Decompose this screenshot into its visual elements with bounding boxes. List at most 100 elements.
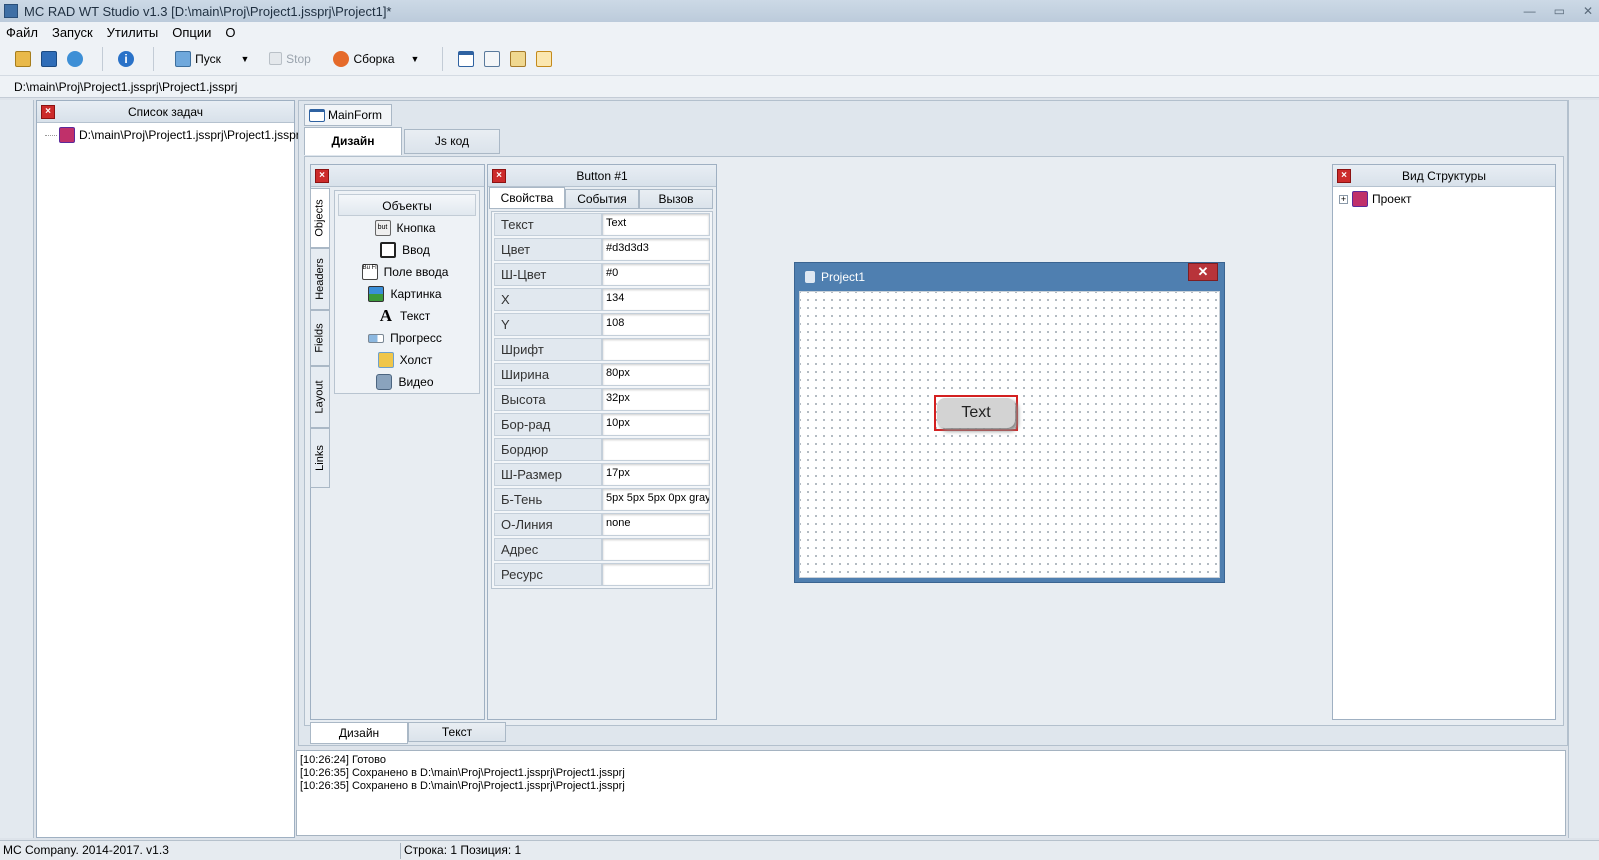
paste-icon xyxy=(510,50,526,67)
minimize-button[interactable]: — xyxy=(1524,4,1536,18)
menu-about[interactable]: О xyxy=(225,25,235,40)
refresh-button[interactable] xyxy=(64,48,86,70)
prop-row: X 134 xyxy=(494,288,710,311)
prop-value-input[interactable]: #d3d3d3 xyxy=(602,238,710,261)
prop-value-input[interactable]: 17px xyxy=(602,463,710,486)
object-progress[interactable]: Прогресс xyxy=(335,328,475,348)
object-textfield[interactable]: Bu Fl Поле ввода xyxy=(335,262,475,282)
tab-js-code[interactable]: Js код xyxy=(404,129,500,154)
prop-value-input[interactable]: 32px xyxy=(602,388,710,411)
menu-bar: Файл Запуск Утилиты Опции О xyxy=(0,22,1599,42)
close-panel-icon[interactable]: × xyxy=(1337,168,1351,183)
objects-list: Объекты but Кнопка Ввод Bu Fl Поле ввода К… xyxy=(334,190,480,394)
tab-events[interactable]: События xyxy=(565,189,639,209)
paste-button[interactable] xyxy=(507,48,529,70)
task-list-title: Список задач xyxy=(127,104,204,119)
prop-row: Текст Text xyxy=(494,213,710,236)
prop-value-input[interactable] xyxy=(602,563,710,586)
prop-value-input[interactable]: none xyxy=(602,513,710,536)
prop-value-input[interactable]: Text xyxy=(602,213,710,236)
vtab-fields[interactable]: Fields xyxy=(310,310,330,366)
canvas-button[interactable]: Text xyxy=(937,398,1015,428)
build-button[interactable]: Сборка xyxy=(328,48,400,70)
output-log: [10:26:24] Готово [10:26:35] Сохранено в… xyxy=(296,750,1566,836)
menu-file[interactable]: Файл xyxy=(6,25,38,40)
export-icon xyxy=(536,50,552,67)
prop-name: Ш-Цвет xyxy=(494,263,602,286)
object-image[interactable]: Картинка xyxy=(335,284,475,304)
open-button[interactable] xyxy=(12,48,34,70)
bottom-tab-text[interactable]: Текст xyxy=(408,722,506,742)
prop-name: Y xyxy=(494,313,602,336)
stop-button[interactable]: Stop xyxy=(264,48,316,70)
tab-properties[interactable]: Свойства xyxy=(489,187,565,209)
object-text[interactable]: A Текст xyxy=(335,306,475,326)
project-cube-icon xyxy=(59,127,75,143)
prop-name: Ширина xyxy=(494,363,602,386)
tab-design[interactable]: Дизайн xyxy=(304,127,402,155)
close-window-button[interactable]: ✕ xyxy=(1583,4,1593,18)
close-panel-icon[interactable]: × xyxy=(41,104,55,119)
vtab-links[interactable]: Links xyxy=(310,428,330,488)
prop-name: X xyxy=(494,288,602,311)
prop-value-input[interactable] xyxy=(602,538,710,561)
input-icon xyxy=(380,242,397,258)
vtab-objects[interactable]: Objects xyxy=(310,188,330,248)
new-form-button[interactable] xyxy=(455,48,477,70)
prop-value-input[interactable]: #0 xyxy=(602,263,710,286)
task-item[interactable]: D:\main\Proj\Project1.jssprj\Project1.js… xyxy=(45,127,302,143)
task-list-header: × Список задач xyxy=(37,101,294,123)
structure-header: × Вид Структуры xyxy=(1333,165,1555,187)
prop-name: Текст xyxy=(494,213,602,236)
tab-call[interactable]: Вызов xyxy=(639,189,713,209)
design-canvas[interactable]: Text xyxy=(799,291,1220,578)
prop-name: Бордюр xyxy=(494,438,602,461)
object-button[interactable]: but Кнопка xyxy=(335,218,475,238)
canvas-icon xyxy=(377,352,394,368)
prop-value-input[interactable]: 134 xyxy=(602,288,710,311)
run-label: Пуск xyxy=(195,51,221,66)
expand-icon[interactable]: + xyxy=(1339,194,1348,204)
status-left: MC Company. 2014-2017. v1.3 xyxy=(3,843,169,857)
bottom-tab-design[interactable]: Дизайн xyxy=(310,722,408,744)
prop-row: Y 108 xyxy=(494,313,710,336)
prop-value-input[interactable]: 10px xyxy=(602,413,710,436)
toolbar-separator xyxy=(102,46,103,71)
vtab-headers[interactable]: Headers xyxy=(310,248,330,310)
export-button[interactable] xyxy=(533,48,555,70)
info-icon: i xyxy=(118,50,134,67)
prop-name: Ш-Размер xyxy=(494,463,602,486)
copy-button[interactable] xyxy=(481,48,503,70)
info-button[interactable]: i xyxy=(115,48,137,70)
close-panel-icon[interactable]: × xyxy=(315,168,329,183)
properties-grid: Текст Text Цвет #d3d3d3 Ш-Цвет #0 X 134 Y 108… xyxy=(491,211,713,589)
prop-value-input[interactable]: 80px xyxy=(602,363,710,386)
prop-value-input[interactable] xyxy=(602,338,710,361)
prop-value-input[interactable]: 5px 5px 5px 0px gray xyxy=(602,488,710,511)
menu-options[interactable]: Опции xyxy=(172,25,211,40)
prop-value-input[interactable] xyxy=(602,438,710,461)
menu-run[interactable]: Запуск xyxy=(52,25,93,40)
object-input[interactable]: Ввод xyxy=(335,240,475,260)
object-video[interactable]: Видео xyxy=(335,372,475,392)
left-gutter xyxy=(0,100,34,838)
prop-row: Бор-рад 10px xyxy=(494,413,710,436)
save-button[interactable] xyxy=(38,48,60,70)
build-dropdown[interactable]: ▼ xyxy=(404,48,426,70)
close-panel-icon[interactable]: × xyxy=(492,168,506,183)
preview-titlebar: Project1 xyxy=(795,263,1224,291)
vtab-layout[interactable]: Layout xyxy=(310,366,330,428)
preview-close-button[interactable]: ✕ xyxy=(1188,263,1218,281)
objects-header: Объекты xyxy=(338,194,476,216)
maximize-button[interactable]: ▭ xyxy=(1554,4,1565,18)
object-canvas[interactable]: Холст xyxy=(335,350,475,370)
text-icon: A xyxy=(379,306,393,325)
menu-utils[interactable]: Утилиты xyxy=(107,25,159,40)
prop-row: Цвет #d3d3d3 xyxy=(494,238,710,261)
prop-value-input[interactable]: 108 xyxy=(602,313,710,336)
run-button[interactable]: Пуск xyxy=(166,48,230,70)
structure-root[interactable]: + Проект xyxy=(1339,191,1412,207)
mainform-tab[interactable]: MainForm xyxy=(304,104,392,126)
selected-button-outline[interactable]: Text xyxy=(934,395,1018,431)
run-dropdown[interactable]: ▼ xyxy=(234,48,256,70)
